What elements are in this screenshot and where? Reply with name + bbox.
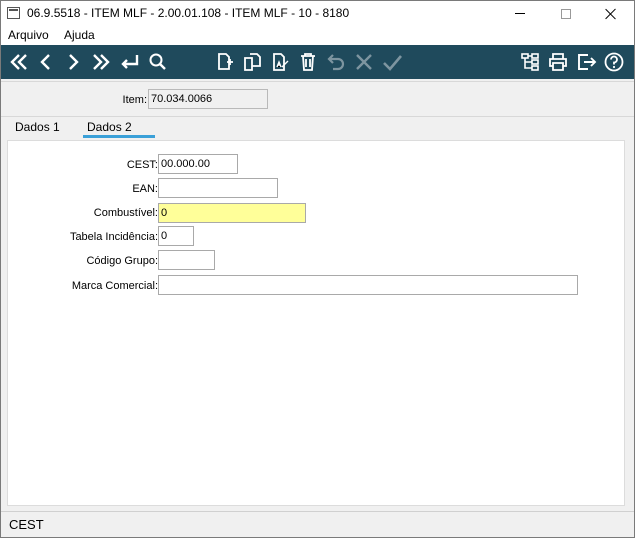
last-icon — [93, 54, 110, 70]
confirm-button[interactable] — [380, 50, 404, 74]
title-bar: 06.9.5518 - ITEM MLF - 2.00.01.108 - ITE… — [1, 1, 634, 26]
status-text: CEST — [9, 517, 44, 532]
form-panel: CEST: EAN: Combustível: Tabela Incidênci… — [7, 140, 625, 506]
confirm-icon — [383, 55, 402, 71]
close-icon — [605, 8, 617, 20]
tab-dados-2[interactable]: Dados 2 — [87, 120, 132, 134]
return-button[interactable] — [117, 50, 141, 74]
cest-field[interactable] — [158, 154, 238, 174]
return-icon — [121, 55, 139, 69]
codigo-grupo-field[interactable] — [158, 250, 215, 270]
undo-button[interactable] — [324, 50, 348, 74]
cest-label: CEST: — [126, 159, 158, 171]
active-tab-indicator — [83, 135, 155, 138]
tree-button[interactable] — [518, 50, 542, 74]
delete-icon — [301, 53, 315, 71]
item-label: Item: — [122, 94, 147, 106]
edit-button[interactable] — [268, 50, 292, 74]
maximize-icon — [561, 8, 571, 19]
menu-ajuda[interactable]: Ajuda — [64, 28, 95, 42]
search-icon — [149, 53, 166, 70]
delete-button[interactable] — [296, 50, 320, 74]
tab-bar: Dados 1 Dados 2 — [1, 118, 634, 140]
window-title: 06.9.5518 - ITEM MLF - 2.00.01.108 - ITE… — [27, 6, 350, 20]
ean-label: EAN: — [132, 183, 158, 195]
tree-icon — [521, 53, 539, 71]
menu-arquivo[interactable]: Arquivo — [8, 28, 49, 42]
help-button[interactable] — [602, 50, 626, 74]
previous-icon — [40, 54, 50, 70]
print-icon — [549, 53, 567, 71]
first-icon — [10, 54, 27, 70]
exit-button[interactable] — [574, 50, 598, 74]
combustivel-field[interactable] — [158, 203, 306, 223]
close-button[interactable] — [588, 1, 634, 26]
app-icon — [7, 7, 20, 19]
cancel-icon — [356, 54, 372, 70]
marca-comercial-field[interactable] — [158, 275, 578, 295]
new-button[interactable] — [212, 50, 236, 74]
exit-icon — [578, 54, 597, 70]
item-field[interactable] — [148, 89, 268, 109]
codigo-grupo-label: Código Grupo: — [86, 255, 158, 267]
print-button[interactable] — [546, 50, 570, 74]
previous-record-button[interactable] — [34, 50, 58, 74]
new-document-icon — [218, 53, 233, 70]
status-bar: CEST — [1, 511, 634, 537]
maximize-button[interactable] — [543, 1, 589, 26]
next-record-button[interactable] — [61, 50, 85, 74]
tab-dados-1[interactable]: Dados 1 — [15, 120, 60, 134]
combustivel-label: Combustível: — [93, 207, 158, 219]
toolbar — [1, 45, 634, 79]
application-window: 06.9.5518 - ITEM MLF - 2.00.01.108 - ITE… — [0, 0, 635, 538]
last-record-button[interactable] — [89, 50, 113, 74]
help-icon — [604, 52, 624, 72]
search-button[interactable] — [146, 50, 170, 74]
first-record-button[interactable] — [7, 50, 31, 74]
item-header: Item: — [1, 81, 634, 117]
edit-icon — [273, 53, 289, 71]
undo-icon — [327, 54, 345, 71]
minimize-button[interactable] — [497, 1, 543, 26]
copy-icon — [244, 53, 261, 71]
next-icon — [69, 54, 79, 70]
tabela-incidencia-field[interactable] — [158, 226, 194, 246]
copy-button[interactable] — [240, 50, 264, 74]
marca-comercial-label: Marca Comercial: — [71, 280, 158, 292]
tabela-incidencia-label: Tabela Incidência: — [69, 231, 158, 243]
menu-bar: Arquivo Ajuda — [1, 26, 634, 45]
minimize-icon — [515, 13, 525, 14]
ean-field[interactable] — [158, 178, 278, 198]
cancel-button[interactable] — [352, 50, 376, 74]
